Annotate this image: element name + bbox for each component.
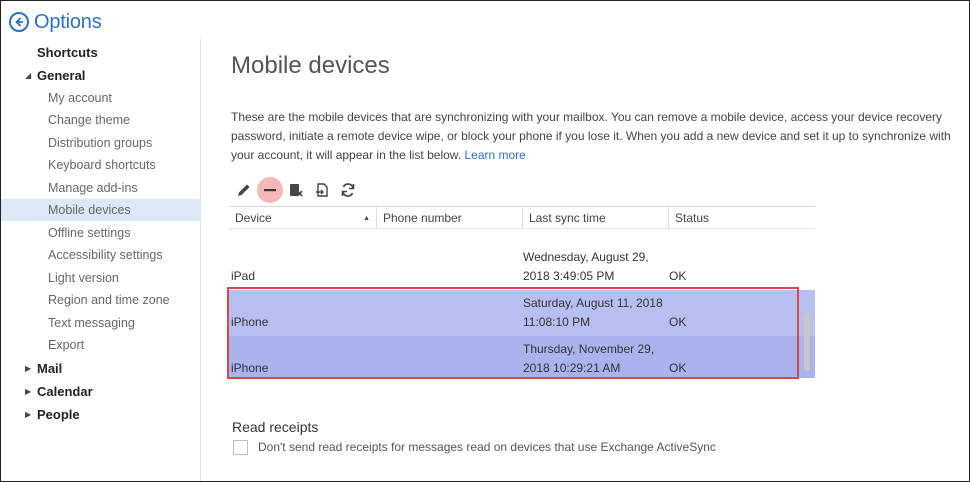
sync-time-cell: Thursday, November 29, 2018 10:29:21 AM xyxy=(523,342,655,375)
sidebar-item-mobile-devices[interactable]: Mobile devices xyxy=(1,199,201,221)
page-title: Mobile devices xyxy=(231,52,390,79)
wipe-device-button[interactable] xyxy=(283,177,309,203)
device-cell: iPhone xyxy=(231,361,269,375)
minus-icon xyxy=(264,189,276,192)
column-header-status[interactable]: Status xyxy=(669,207,815,229)
device-cell: iPhone xyxy=(231,315,269,329)
description-text: These are the mobile devices that are sy… xyxy=(231,110,951,162)
remove-device-button[interactable] xyxy=(257,177,283,203)
caret-right-icon: ▶ xyxy=(25,363,32,373)
edit-button[interactable] xyxy=(231,177,257,203)
read-receipts-heading: Read receipts xyxy=(232,419,319,435)
learn-more-link[interactable]: Learn more xyxy=(464,148,525,162)
sidebar-item-calendar[interactable]: ▶ Calendar xyxy=(1,380,201,402)
sidebar-item-label: Mail xyxy=(37,360,63,376)
sidebar: Shortcuts ◢ General My account Change th… xyxy=(1,39,201,481)
sidebar-item-export[interactable]: Export xyxy=(1,334,201,356)
sort-ascending-icon: ▲ xyxy=(363,214,370,222)
read-receipts-label[interactable]: Don't send read receipts for messages re… xyxy=(258,440,716,454)
device-cell: iPad xyxy=(231,269,256,283)
export-device-icon xyxy=(316,183,328,197)
sidebar-item-accessibility-settings[interactable]: Accessibility settings xyxy=(1,244,201,266)
sidebar-item-label: General xyxy=(37,67,86,83)
sidebar-item-region-time-zone[interactable]: Region and time zone xyxy=(1,289,201,311)
table-header: Device ▲ Phone number Last sync time Stat… xyxy=(229,207,815,229)
back-arrow-circle-icon[interactable] xyxy=(9,12,29,32)
sidebar-item-people[interactable]: ▶ People xyxy=(1,403,201,425)
devices-table: Device ▲ Phone number Last sync time Stat… xyxy=(229,206,815,378)
status-cell: OK xyxy=(669,361,687,375)
sidebar-item-label: People xyxy=(37,406,80,422)
main-content: Mobile devices These are the mobile devi… xyxy=(201,1,969,481)
refresh-icon xyxy=(341,183,355,197)
sidebar-item-shortcuts[interactable]: Shortcuts xyxy=(1,41,201,63)
sidebar-item-general[interactable]: ◢ General xyxy=(1,64,201,86)
pencil-icon xyxy=(238,184,250,196)
status-cell: OK xyxy=(669,269,687,283)
caret-right-icon: ▶ xyxy=(25,386,32,396)
page-header-title: Options xyxy=(34,10,102,33)
sync-time-cell: Wednesday, August 29, 2018 3:49:05 PM xyxy=(523,250,649,283)
table-row[interactable]: iPhone Saturday, August 11, 2018 11:08:10… xyxy=(229,290,815,336)
caret-down-icon: ◢ xyxy=(25,70,32,80)
header: Options xyxy=(9,10,102,34)
sidebar-item-change-theme[interactable]: Change theme xyxy=(1,109,201,131)
read-receipts-checkbox[interactable] xyxy=(233,440,248,455)
status-cell: OK xyxy=(669,315,687,329)
column-header-device[interactable]: Device ▲ xyxy=(229,207,377,229)
caret-right-icon: ▶ xyxy=(25,409,32,419)
page-description: These are the mobile devices that are sy… xyxy=(231,108,961,165)
column-header-phone-number[interactable]: Phone number xyxy=(377,207,523,229)
export-device-button[interactable] xyxy=(309,177,335,203)
wipe-device-icon xyxy=(290,184,303,197)
sidebar-item-offline-settings[interactable]: Offline settings xyxy=(1,222,201,244)
sidebar-item-manage-add-ins[interactable]: Manage add-ins xyxy=(1,177,201,199)
sidebar-item-light-version[interactable]: Light version xyxy=(1,267,201,289)
options-window: Options Shortcuts ◢ General My account C… xyxy=(0,0,970,482)
sidebar-item-mail[interactable]: ▶ Mail xyxy=(1,357,201,379)
table-row[interactable]: iPad Wednesday, August 29, 2018 3:49:05 P… xyxy=(229,244,815,290)
table-row[interactable]: iPhone Thursday, November 29, 2018 10:29:… xyxy=(229,336,815,378)
table-body[interactable]: iPad Wednesday, August 29, 2018 3:49:05 P… xyxy=(229,230,815,378)
phone-cell xyxy=(377,290,523,336)
refresh-button[interactable] xyxy=(335,177,361,203)
sidebar-item-label: Calendar xyxy=(37,383,93,399)
sidebar-item-my-account[interactable]: My account xyxy=(1,87,201,109)
sidebar-item-distribution-groups[interactable]: Distribution groups xyxy=(1,132,201,154)
table-scrollbar[interactable] xyxy=(804,313,810,371)
sidebar-item-keyboard-shortcuts[interactable]: Keyboard shortcuts xyxy=(1,154,201,176)
phone-cell xyxy=(377,336,523,378)
phone-cell xyxy=(377,244,523,290)
device-toolbar xyxy=(231,177,361,203)
sync-time-cell: Saturday, August 11, 2018 11:08:10 PM xyxy=(523,296,663,329)
column-header-last-sync-time[interactable]: Last sync time xyxy=(523,207,669,229)
sidebar-item-text-messaging[interactable]: Text messaging xyxy=(1,312,201,334)
